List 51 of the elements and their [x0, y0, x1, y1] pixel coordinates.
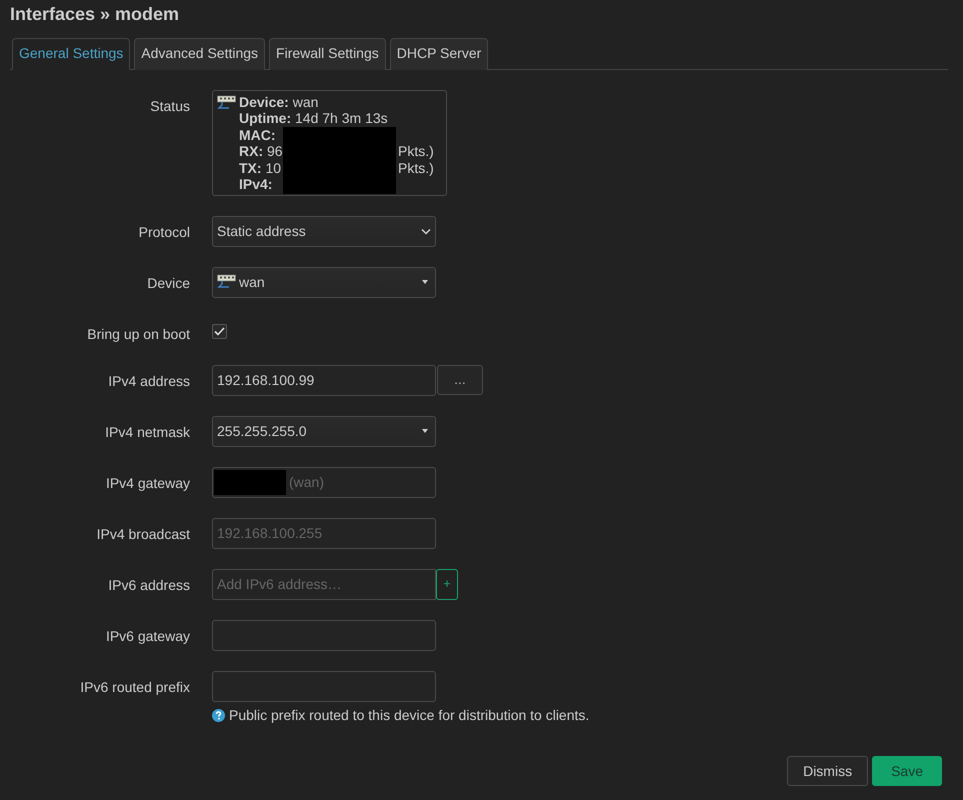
network-port-icon — [217, 274, 236, 290]
field-label: IPv6 gateway — [104, 626, 191, 646]
input-field[interactable] — [212, 670, 436, 702]
tab[interactable]: DHCP Server — [390, 38, 488, 70]
help-text: Public prefix routed to this device for distribution to clients. — [229, 706, 590, 725]
status-value: Pkts.) — [398, 160, 434, 176]
select-field[interactable]: Static address — [212, 216, 436, 247]
field-label: Device — [146, 274, 191, 293]
chevron-down-icon — [421, 228, 431, 235]
field-label: Protocol — [138, 222, 191, 242]
checkbox[interactable] — [212, 324, 227, 339]
tab[interactable]: Advanced Settings — [134, 38, 266, 70]
save-button[interactable]: Save — [872, 756, 942, 786]
tab[interactable]: Firewall Settings — [269, 38, 386, 70]
input-field[interactable]: 192.168.100.255 — [212, 518, 436, 549]
dropdown-value: 255.255.255.0 — [217, 422, 307, 441]
status-label: IPv4: — [239, 176, 272, 192]
field-label: IPv4 gateway — [104, 474, 191, 493]
field-label: Bring up on boot — [86, 324, 191, 344]
dropdown-field[interactable]: 255.255.255.0 — [212, 416, 436, 447]
input-field[interactable]: Add IPv6 address… — [212, 568, 436, 600]
page-title: Interfaces » modem — [10, 4, 180, 26]
status-label: Device: — [239, 94, 289, 110]
add-button[interactable]: + — [436, 568, 458, 600]
input-field[interactable] — [212, 620, 436, 651]
field-label: IPv4 broadcast — [96, 524, 191, 544]
redaction-bar — [214, 470, 286, 495]
status-value: 10 — [265, 160, 282, 176]
more-button[interactable]: ... — [437, 364, 483, 395]
dropdown-field[interactable]: wan — [212, 266, 436, 298]
tab[interactable]: General Settings — [12, 38, 130, 70]
status-value: wan — [292, 94, 318, 110]
field-label: Status — [149, 96, 191, 116]
field-label: IPv6 routed prefix — [79, 678, 191, 697]
status-label: Uptime: — [239, 110, 292, 126]
help-icon — [212, 708, 225, 722]
field-label: IPv4 netmask — [104, 422, 191, 442]
dismiss-button[interactable]: Dismiss — [787, 756, 868, 786]
status-value: 14d 7h 3m 13s — [295, 110, 388, 126]
field-label: IPv6 address — [107, 576, 191, 595]
network-port-icon — [217, 94, 236, 111]
field-label: IPv4 address — [107, 372, 191, 391]
caret-icon — [422, 280, 428, 284]
caret-icon — [422, 429, 428, 434]
status-label: RX: — [239, 143, 264, 160]
dropdown-value: wan — [239, 272, 265, 292]
input-field[interactable]: 192.168.100.99 — [212, 364, 436, 396]
status-label: MAC: — [239, 126, 276, 143]
status-value: 96 — [267, 143, 283, 160]
status-label: TX: — [239, 160, 262, 176]
status-value: Pkts.) — [398, 143, 434, 160]
